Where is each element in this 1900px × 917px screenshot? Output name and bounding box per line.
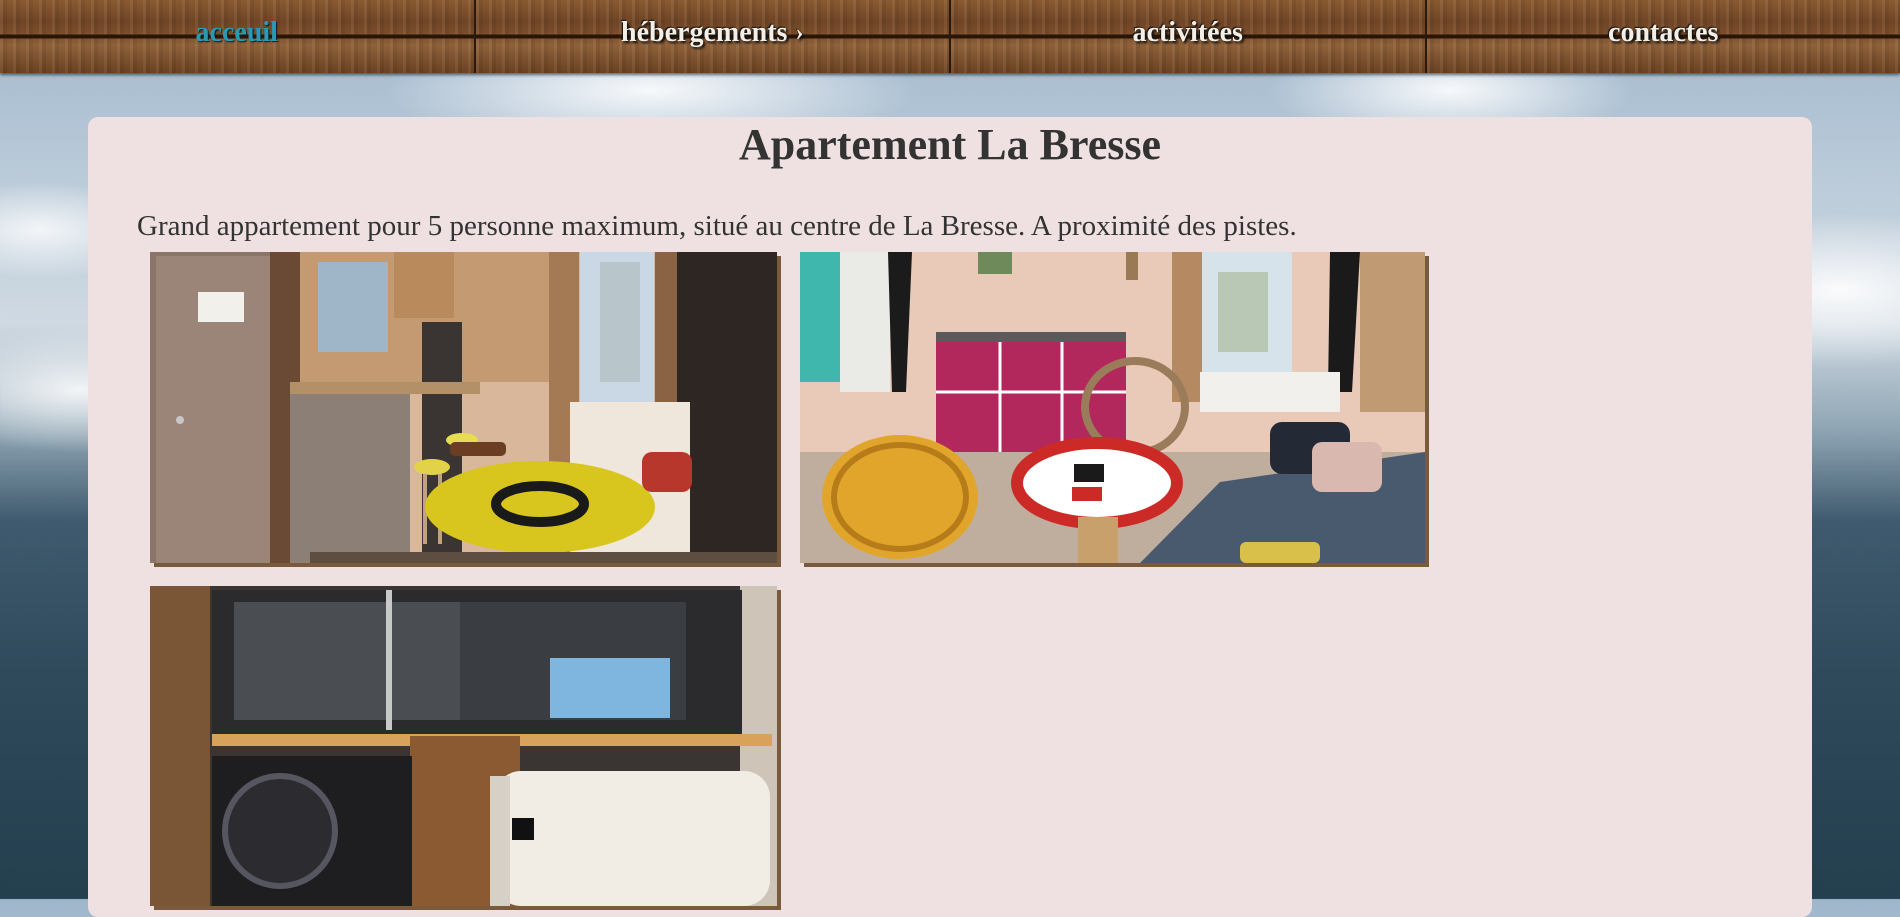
nav-link-accueil[interactable]: acceuil	[196, 17, 278, 49]
page-description: Grand appartement pour 5 personne maximu…	[137, 210, 1297, 243]
nav-link-hebergements-label: hébergements	[621, 17, 787, 48]
main-nav: acceuil hébergements › activitées contact…	[0, 0, 1900, 73]
nav-link-hebergements[interactable]: hébergements ›	[621, 17, 803, 49]
living-room-photo[interactable]	[800, 252, 1425, 563]
nav-link-activites[interactable]: activitées	[1133, 17, 1243, 49]
page-title: Apartement La Bresse	[88, 117, 1812, 170]
chevron-right-icon: ›	[795, 20, 803, 47]
kitchen-dining-photo[interactable]	[150, 252, 777, 563]
content-card: Apartement La Bresse Grand appartement p…	[88, 117, 1812, 917]
nav-item-activites[interactable]: activitées	[951, 0, 1427, 73]
nav-item-contactes[interactable]: contactes	[1427, 0, 1900, 73]
nav-item-accueil[interactable]: acceuil	[0, 0, 476, 73]
nav-link-contactes[interactable]: contactes	[1608, 17, 1718, 49]
nav-item-hebergements[interactable]: hébergements ›	[476, 0, 952, 73]
bathroom-photo[interactable]	[150, 586, 777, 906]
